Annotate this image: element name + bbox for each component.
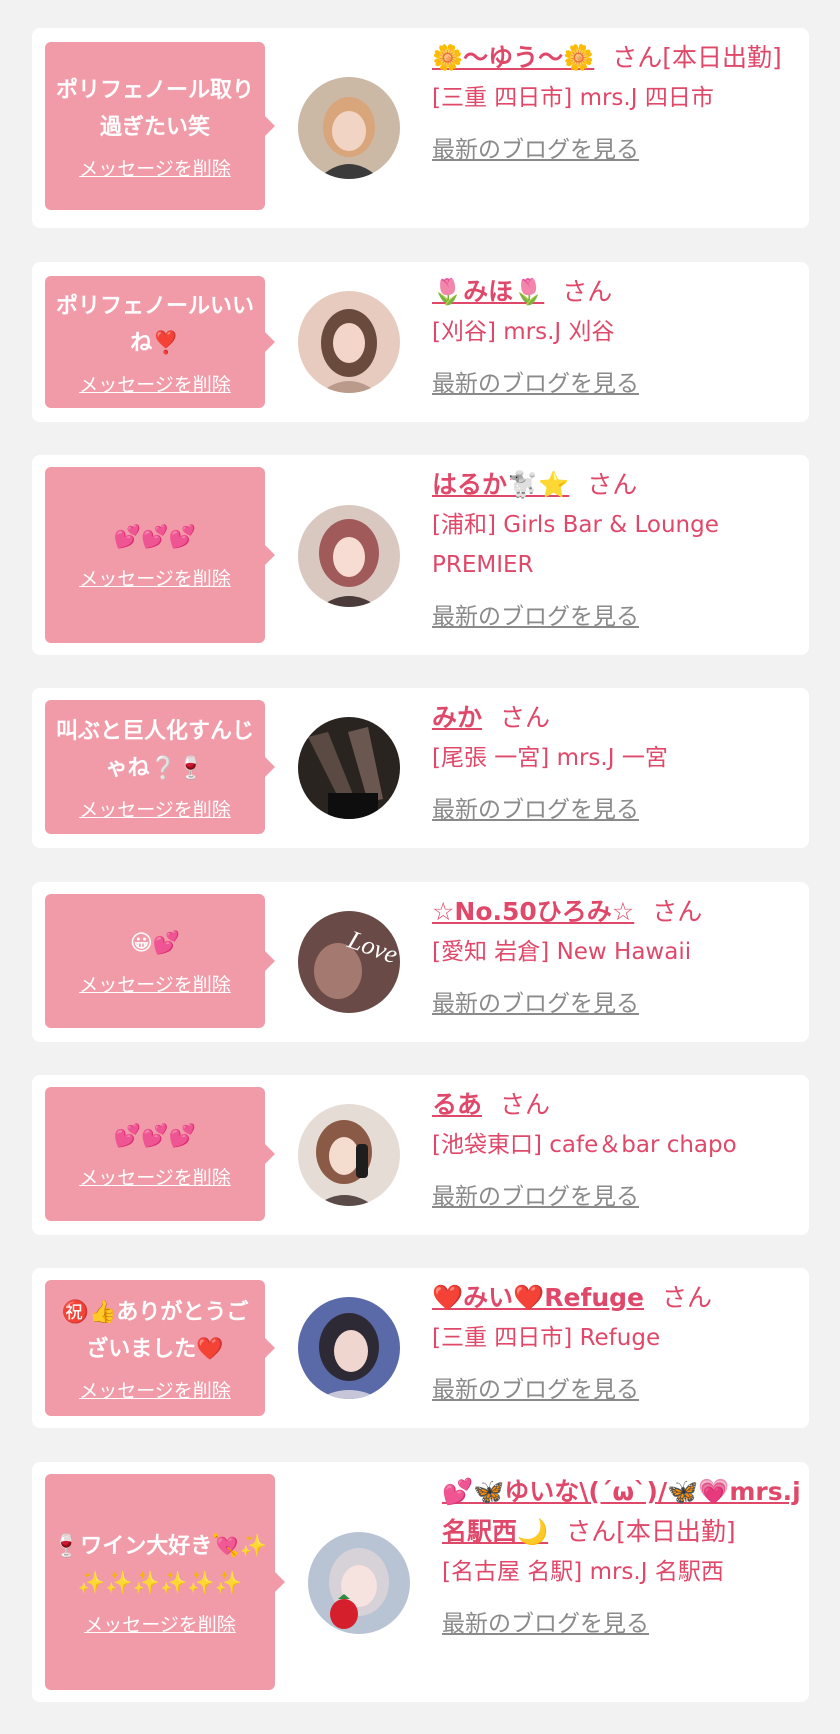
shop-label: [名古屋 名駅] mrs.J 名駅西 (442, 1559, 724, 1585)
avatar[interactable] (298, 1297, 400, 1399)
message-card: 💕💕💕 メッセージを削除 るあ さん [池袋東口] cafe＆bar chapo … (32, 1075, 809, 1235)
cast-name-link[interactable]: ☆No.50ひろみ☆ (432, 897, 634, 926)
latest-blog-link[interactable]: 最新のブログを見る (432, 790, 639, 824)
message-text: ポリフェノール取り過ぎたい笑 (55, 77, 254, 140)
delete-message-link[interactable]: メッセージを削除 (79, 970, 231, 997)
profile-info: るあ さん [池袋東口] cafe＆bar chapo 最新のブログを見る (432, 1085, 792, 1211)
cast-name-link[interactable]: はるか🐩⭐ (432, 470, 569, 499)
name-suffix: さん (562, 277, 613, 306)
avatar-photo (298, 77, 400, 179)
message-text: 叫ぶと巨人化すんじゃね❔🍷 (55, 718, 254, 781)
avatar-photo (298, 717, 400, 819)
avatar-photo (298, 1297, 400, 1399)
message-text: 💕💕💕 (113, 1124, 197, 1149)
latest-blog-link[interactable]: 最新のブログを見る (442, 1604, 649, 1638)
avatar-photo (298, 505, 400, 607)
avatar[interactable] (298, 505, 400, 607)
message-text: 🍷ワイン大好き💘✨✨✨✨✨✨✨ (52, 1533, 268, 1596)
message-bubble: 叫ぶと巨人化すんじゃね❔🍷 メッセージを削除 (45, 700, 275, 834)
message-bubble: ポリフェノールいいね❣️ メッセージを削除 (45, 276, 275, 408)
shop-label: [三重 四日市] mrs.J 四日市 (432, 85, 714, 111)
avatar[interactable] (298, 1104, 400, 1206)
avatar-photo (308, 1532, 410, 1634)
message-card: 🍷ワイン大好き💘✨✨✨✨✨✨✨ メッセージを削除 💕🦋ゆいな\(´ω`)/🦋💗m… (32, 1462, 809, 1702)
shop-label: [刈谷] mrs.J 刈谷 (432, 319, 615, 345)
cast-name-link[interactable]: 🌷みほ🌷 (432, 277, 544, 306)
profile-info: 💕🦋ゆいな\(´ω`)/🦋💗mrs.j名駅西🌙 さん[本日出勤] [名古屋 名駅]… (442, 1472, 802, 1638)
message-card: ポリフェノール取り過ぎたい笑 メッセージを削除 🌼〜ゆう〜🌼 さん[本日出勤] [… (32, 28, 809, 228)
message-text: ポリフェノールいいね❣️ (55, 293, 254, 356)
message-card: 💕💕💕 メッセージを削除 はるか🐩⭐ さん [浦和] Girls Bar & Lo… (32, 455, 809, 655)
message-bubble: 🍷ワイン大好き💘✨✨✨✨✨✨✨ メッセージを削除 (45, 1474, 285, 1690)
delete-message-link[interactable]: メッセージを削除 (84, 1610, 236, 1637)
delete-message-link[interactable]: メッセージを削除 (79, 564, 231, 591)
message-text: 😀💕 (129, 931, 181, 956)
message-card: ㊗️👍ありがとうございました❤️ メッセージを削除 ❤️みい❤️Refuge さん… (32, 1268, 809, 1428)
shop-label: [浦和] Girls Bar & Lounge PREMIER (432, 512, 719, 578)
avatar-photo (298, 291, 400, 393)
message-bubble: 💕💕💕 メッセージを削除 (45, 467, 275, 643)
profile-info: 🌼〜ゆう〜🌼 さん[本日出勤] [三重 四日市] mrs.J 四日市 最新のブログ… (432, 38, 792, 164)
profile-info: ❤️みい❤️Refuge さん [三重 四日市] Refuge 最新のブログを見る (432, 1278, 792, 1404)
name-suffix: さん (662, 1283, 713, 1312)
latest-blog-link[interactable]: 最新のブログを見る (432, 1370, 639, 1404)
latest-blog-link[interactable]: 最新のブログを見る (432, 1177, 639, 1211)
avatar[interactable] (308, 1532, 410, 1634)
shop-label: [愛知 岩倉] New Hawaii (432, 939, 692, 965)
cast-name-link[interactable]: みか (432, 703, 482, 732)
avatar[interactable]: Love (298, 911, 400, 1013)
avatar[interactable] (298, 717, 400, 819)
avatar[interactable] (298, 77, 400, 179)
message-bubble: ㊗️👍ありがとうございました❤️ メッセージを削除 (45, 1280, 275, 1416)
name-suffix: さん (500, 703, 551, 732)
shop-label: [池袋東口] cafe＆bar chapo (432, 1132, 737, 1158)
cast-name-link[interactable]: るあ (432, 1090, 482, 1119)
cast-name-link[interactable]: ❤️みい❤️Refuge (432, 1283, 644, 1312)
delete-message-link[interactable]: メッセージを削除 (79, 795, 231, 822)
avatar[interactable] (298, 291, 400, 393)
profile-info: 🌷みほ🌷 さん [刈谷] mrs.J 刈谷 最新のブログを見る (432, 272, 792, 398)
delete-message-link[interactable]: メッセージを削除 (79, 370, 231, 397)
message-bubble: ポリフェノール取り過ぎたい笑 メッセージを削除 (45, 42, 275, 210)
delete-message-link[interactable]: メッセージを削除 (79, 154, 231, 181)
name-suffix: さん (587, 470, 638, 499)
name-suffix: さん (500, 1090, 551, 1119)
delete-message-link[interactable]: メッセージを削除 (79, 1163, 231, 1190)
shop-label: [尾張 一宮] mrs.J 一宮 (432, 745, 668, 771)
message-card: ポリフェノールいいね❣️ メッセージを削除 🌷みほ🌷 さん [刈谷] mrs.J … (32, 262, 809, 422)
message-text: 💕💕💕 (113, 525, 197, 550)
name-suffix: さん[本日出勤] (612, 43, 782, 72)
cast-name-link[interactable]: 🌼〜ゆう〜🌼 (432, 43, 594, 72)
latest-blog-link[interactable]: 最新のブログを見る (432, 364, 639, 398)
message-card: 叫ぶと巨人化すんじゃね❔🍷 メッセージを削除 みか さん [尾張 一宮] mrs.… (32, 688, 809, 848)
latest-blog-link[interactable]: 最新のブログを見る (432, 130, 639, 164)
name-suffix: さん[本日出勤] (566, 1517, 736, 1546)
message-text: ㊗️👍ありがとうございました❤️ (61, 1299, 249, 1362)
latest-blog-link[interactable]: 最新のブログを見る (432, 984, 639, 1018)
profile-info: はるか🐩⭐ さん [浦和] Girls Bar & Lounge PREMIER … (432, 465, 792, 631)
shop-label: [三重 四日市] Refuge (432, 1325, 661, 1351)
avatar-photo: Love (298, 911, 400, 1013)
name-suffix: さん (652, 897, 703, 926)
message-card: 😀💕 メッセージを削除 Love ☆No.50ひろみ☆ さん [愛知 岩倉] Ne… (32, 882, 809, 1042)
delete-message-link[interactable]: メッセージを削除 (79, 1376, 231, 1403)
profile-info: みか さん [尾張 一宮] mrs.J 一宮 最新のブログを見る (432, 698, 792, 824)
latest-blog-link[interactable]: 最新のブログを見る (432, 597, 639, 631)
profile-info: ☆No.50ひろみ☆ さん [愛知 岩倉] New Hawaii 最新のブログを見… (432, 892, 792, 1018)
message-bubble: 😀💕 メッセージを削除 (45, 894, 275, 1028)
avatar-photo (298, 1104, 400, 1206)
message-bubble: 💕💕💕 メッセージを削除 (45, 1087, 275, 1221)
